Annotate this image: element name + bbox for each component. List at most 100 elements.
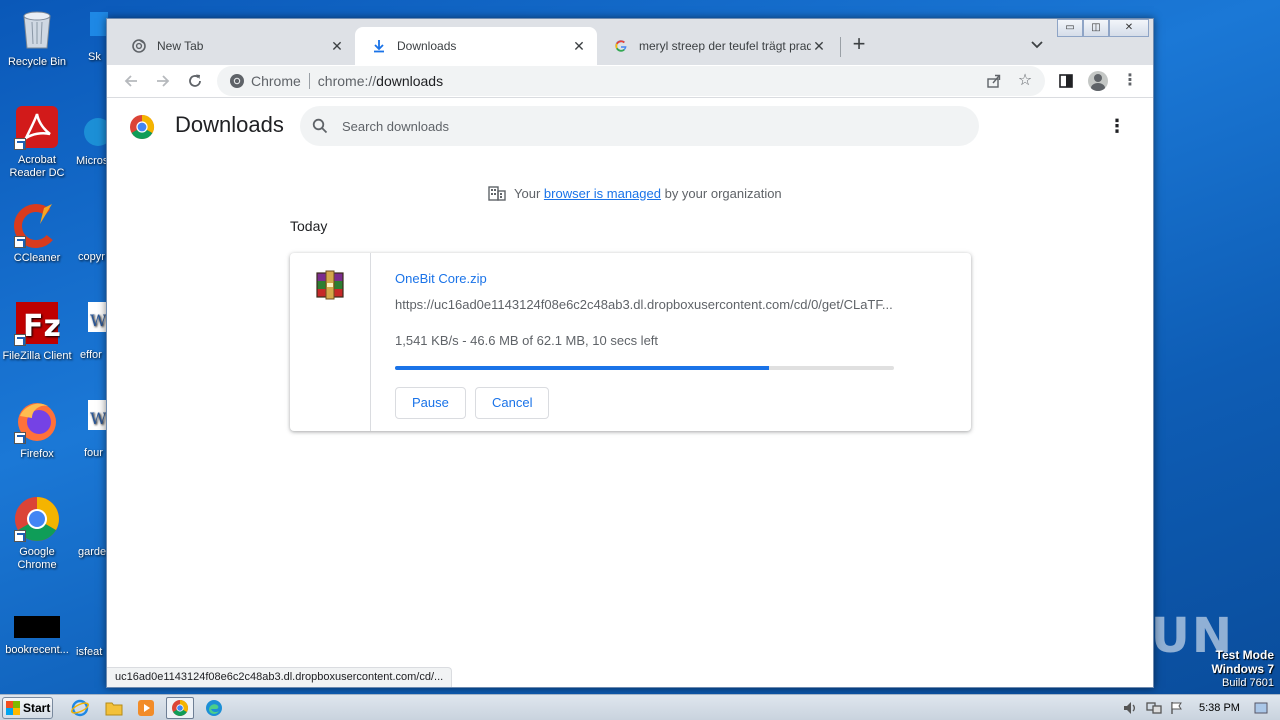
- search-downloads-box[interactable]: [300, 106, 979, 146]
- cancel-button[interactable]: Cancel: [475, 387, 550, 419]
- windows-version-line: Windows 7: [1211, 662, 1274, 676]
- shortcut-icon: [90, 12, 108, 36]
- reload-button[interactable]: [181, 67, 209, 95]
- shortcut-arrow-icon: [14, 334, 26, 346]
- download-file-name-link[interactable]: OneBit Core.zip: [395, 271, 487, 286]
- partial-desktop-icon[interactable]: copyr: [78, 208, 106, 263]
- desktop-icon-label: CCleaner: [13, 252, 61, 264]
- svg-text:Fz: Fz: [23, 309, 60, 344]
- start-button[interactable]: Start: [2, 697, 53, 719]
- chrome-window: New Tab ✕ Downloads ✕ meryl streep der t…: [106, 18, 1154, 688]
- tab-title: meryl streep der teufel trägt prada -: [639, 39, 811, 53]
- tab-downloads[interactable]: Downloads ✕: [355, 27, 597, 65]
- desktop-icon-bookrecent[interactable]: bookrecent...: [0, 614, 74, 657]
- chrome-icon[interactable]: [166, 697, 194, 719]
- volume-icon[interactable]: [1122, 699, 1140, 717]
- new-tab-button[interactable]: +: [845, 31, 873, 59]
- search-icon: [312, 118, 328, 134]
- site-label: Chrome: [251, 73, 301, 89]
- tab-new-tab[interactable]: New Tab ✕: [115, 27, 355, 65]
- chrome-site-icon: [230, 74, 244, 88]
- managed-prefix: Your: [514, 185, 541, 201]
- download-progress-fill: [395, 366, 770, 370]
- partial-label: Micros: [76, 155, 109, 167]
- close-tab-icon[interactable]: ✕: [329, 38, 345, 54]
- close-tab-icon[interactable]: ✕: [571, 38, 587, 54]
- chrome-icon: [131, 38, 147, 54]
- partial-label: garde: [78, 546, 107, 558]
- partial-desktop-icon[interactable]: W four: [84, 400, 107, 459]
- profile-button[interactable]: [1085, 68, 1111, 94]
- date-section-label: Today: [290, 218, 328, 234]
- desktop-icon-firefox[interactable]: Firefox: [0, 398, 74, 461]
- chrome-menu-icon[interactable]: ⋮: [1117, 68, 1143, 94]
- desktop-icon-acrobat[interactable]: Acrobat Reader DC: [0, 104, 74, 180]
- partial-label: copyr: [78, 251, 105, 263]
- desktop-icon-label: Google Chrome: [17, 546, 57, 571]
- desktop-icon-ccleaner[interactable]: CCleaner: [0, 202, 74, 265]
- download-progress-bar: [395, 366, 894, 370]
- windows-logo-icon: [6, 701, 20, 715]
- address-bar[interactable]: Chrome chrome://downloads: [217, 66, 1045, 96]
- desktop-icon-recycle-bin[interactable]: Recycle Bin: [0, 6, 74, 69]
- partial-label: isfeat: [76, 646, 103, 658]
- edge-icon: [84, 118, 112, 146]
- back-button[interactable]: [117, 67, 145, 95]
- partial-label: effor: [80, 349, 102, 361]
- media-player-icon[interactable]: [132, 697, 160, 719]
- shortcut-arrow-icon: [14, 432, 26, 444]
- share-icon[interactable]: [982, 69, 1006, 93]
- pause-button[interactable]: Pause: [395, 387, 466, 419]
- forward-button[interactable]: [149, 67, 177, 95]
- filezilla-icon: Fz: [14, 300, 61, 346]
- partial-desktop-icon[interactable]: Sk: [88, 12, 108, 63]
- link-status-bubble: uc16ad0e1143124f08e6c2c48ab3.dl.dropboxu…: [107, 667, 453, 687]
- google-icon: [613, 38, 629, 54]
- managed-notice: Your browser is managed by your organiza…: [488, 185, 782, 201]
- action-center-flag-icon[interactable]: [1168, 699, 1186, 717]
- word-document-icon: W: [88, 400, 107, 430]
- explorer-folder-icon[interactable]: [100, 697, 128, 719]
- more-actions-icon[interactable]: ⋮: [1105, 112, 1129, 140]
- page-title: Downloads: [175, 112, 284, 137]
- internet-explorer-icon[interactable]: [66, 697, 94, 719]
- download-icon: [371, 38, 387, 54]
- maximize-button[interactable]: ◫: [1083, 19, 1109, 37]
- shortcut-arrow-icon: [14, 530, 26, 542]
- desktop-icon-label: FileZilla Client: [2, 350, 72, 362]
- close-window-button[interactable]: ✕: [1109, 19, 1149, 37]
- url-scheme: chrome://: [317, 73, 377, 89]
- tab-search-chevron-icon[interactable]: [1025, 33, 1049, 57]
- desktop-icon-google-chrome[interactable]: Google Chrome: [0, 496, 74, 572]
- partial-desktop-icon[interactable]: Micros: [76, 110, 112, 167]
- bookmark-star-icon[interactable]: ☆: [1013, 69, 1037, 93]
- back-arrow-icon: [124, 75, 137, 87]
- avatar-icon: [1088, 71, 1108, 91]
- partial-desktop-icon[interactable]: W effor: [80, 302, 107, 361]
- partial-desktop-icon[interactable]: isfeat: [76, 646, 102, 658]
- file-thumbnail-icon: [14, 614, 60, 640]
- tab-google-search[interactable]: meryl streep der teufel trägt prada - ✕: [597, 27, 837, 65]
- desktop-icon-filezilla[interactable]: Fz FileZilla Client: [0, 300, 74, 363]
- browser-managed-link[interactable]: browser is managed: [544, 186, 661, 201]
- download-icon-column: [290, 253, 371, 431]
- network-icon[interactable]: [1145, 699, 1163, 717]
- start-label: Start: [23, 701, 51, 715]
- edge-icon[interactable]: [200, 697, 228, 719]
- download-source-url[interactable]: https://uc16ad0e1143124f08e6c2c48ab3.dl.…: [395, 297, 893, 312]
- close-tab-icon[interactable]: ✕: [811, 38, 827, 54]
- tab-strip: New Tab ✕ Downloads ✕ meryl streep der t…: [107, 19, 1153, 65]
- partial-desktop-icon[interactable]: garde: [78, 546, 106, 558]
- downloads-page: Downloads ⋮ Your browser is managed by y…: [107, 97, 1153, 687]
- test-mode-line: Test Mode: [1215, 648, 1274, 662]
- forward-arrow-icon: [157, 75, 170, 87]
- chrome-logo-icon: [130, 115, 155, 140]
- tab-title: Downloads: [397, 39, 457, 53]
- search-input[interactable]: [342, 118, 902, 134]
- downloads-header: Downloads ⋮: [107, 98, 1153, 154]
- show-desktop-icon[interactable]: [1252, 699, 1270, 717]
- system-tray: 5:38 PM: [1122, 697, 1278, 719]
- word-document-icon: W: [88, 302, 107, 332]
- side-panel-icon[interactable]: [1053, 68, 1079, 94]
- minimize-button[interactable]: ▭: [1057, 19, 1083, 37]
